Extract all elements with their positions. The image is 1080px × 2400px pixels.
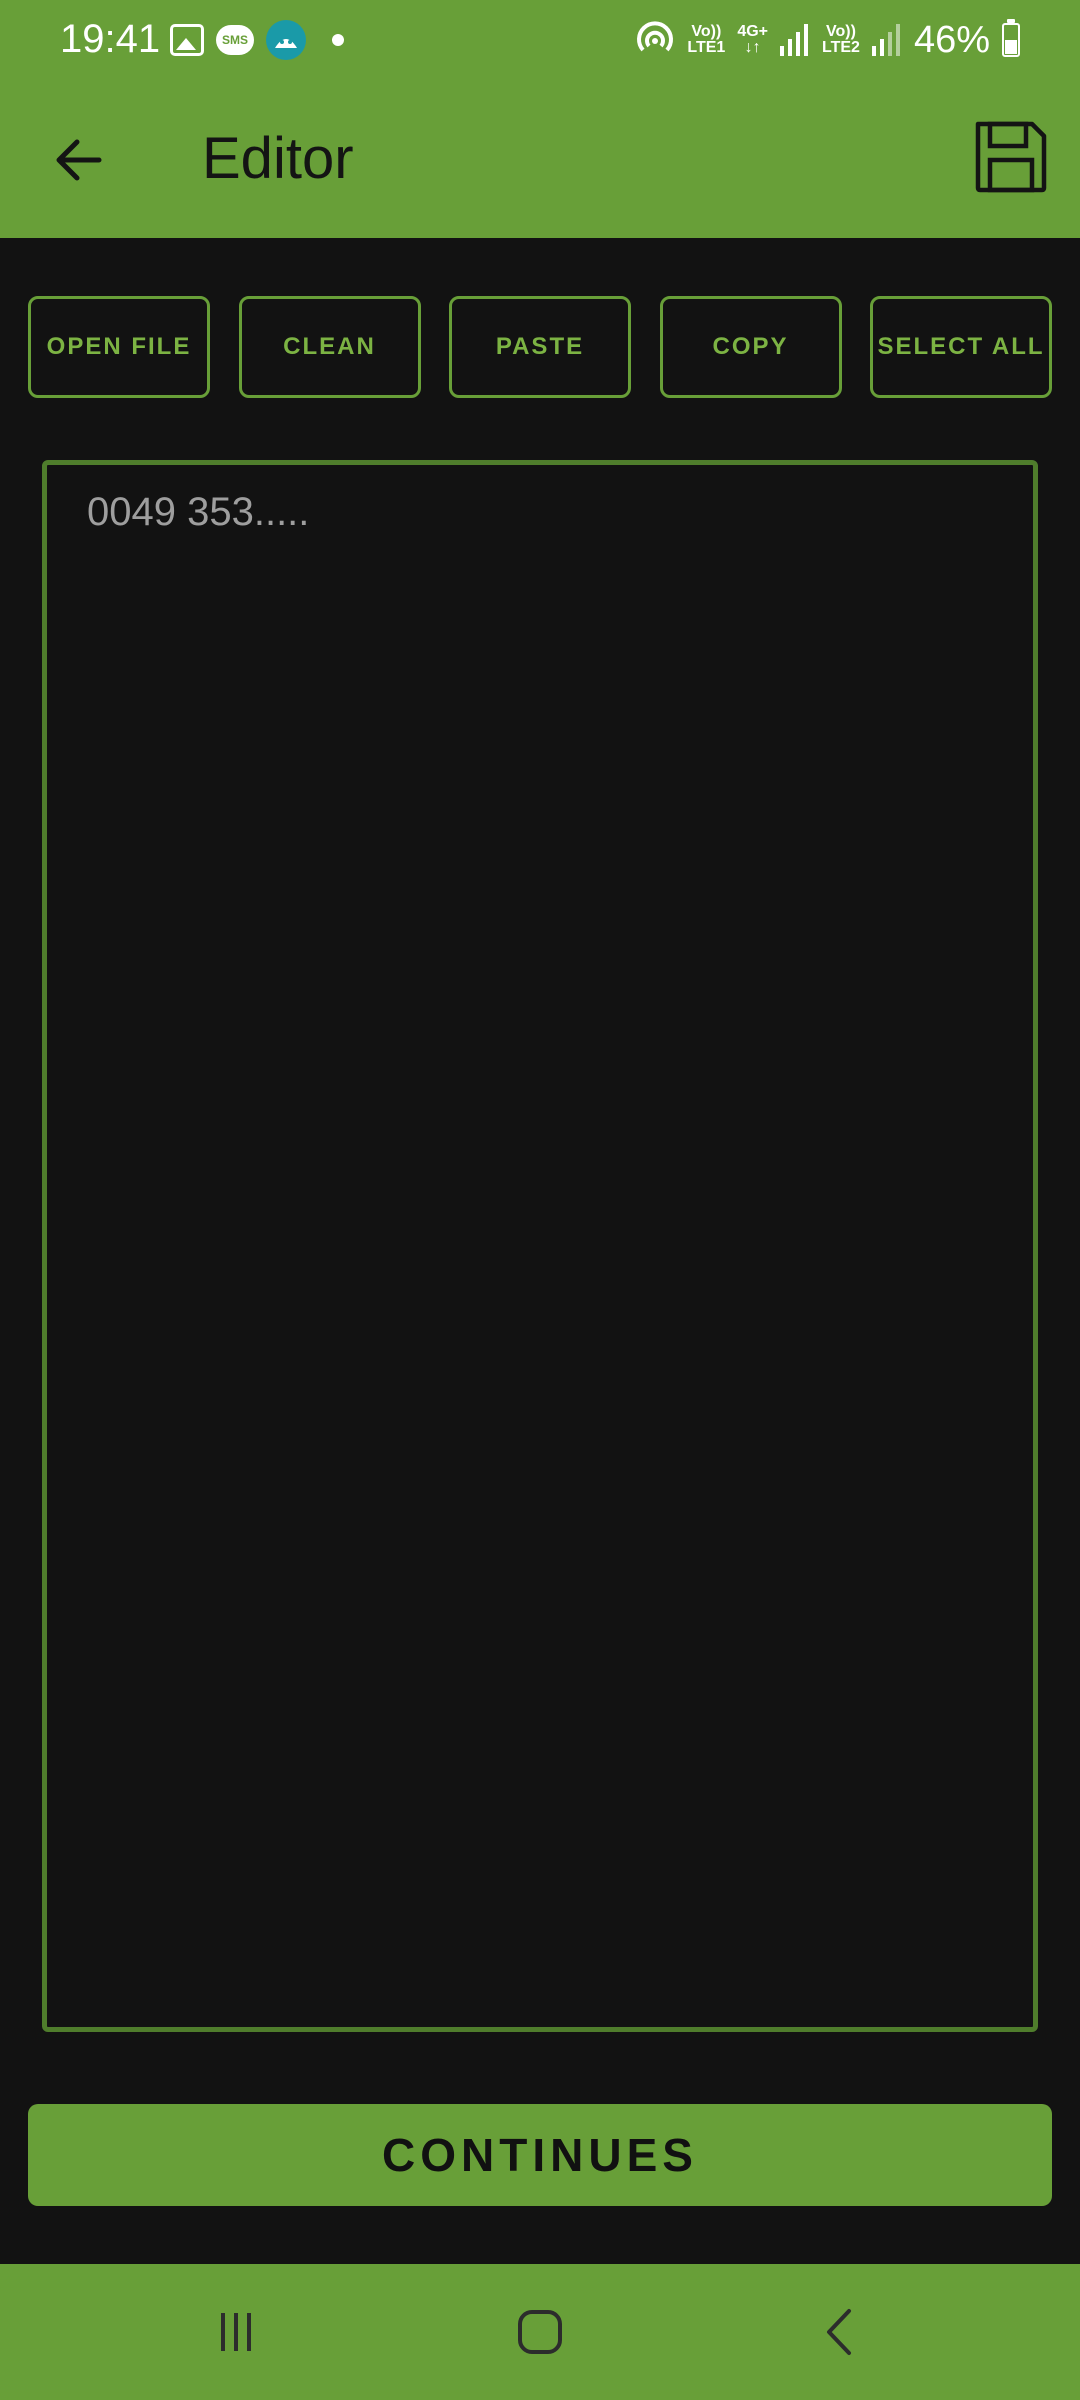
back-icon	[827, 2309, 851, 2355]
sms-icon: SMS	[216, 25, 254, 55]
floppy-disk-icon	[975, 121, 1047, 193]
battery-percent: 46%	[913, 19, 990, 61]
network-top: 4G+	[737, 23, 768, 40]
home-button[interactable]	[500, 2294, 580, 2370]
editor-toolbar: OPEN FILE CLEAN PASTE COPY SELECT ALL	[28, 296, 1052, 398]
hotspot-icon	[637, 21, 674, 52]
back-button[interactable]	[44, 125, 114, 195]
notification-icons: SMS	[170, 20, 344, 60]
continue-button[interactable]: CONTINUES	[28, 2104, 1052, 2206]
sim2-indicator: Vo)) LTE2	[822, 24, 860, 56]
paste-button[interactable]: PASTE	[449, 296, 631, 398]
network-indicator: 4G+ ↓↑	[737, 24, 768, 56]
sim1-bottom: LTE1	[687, 39, 726, 56]
signal-icon	[871, 24, 900, 56]
editor-textarea[interactable]: 0049 353.....	[42, 460, 1038, 2032]
clean-button[interactable]: CLEAN	[238, 296, 421, 398]
status-time: 19:41	[60, 17, 161, 61]
status-bar: 19:41 SMS Vo)) LTE1 4G+ ↓↑ Vo)) LTE2 46%	[0, 0, 1080, 80]
sim2-bottom: LTE2	[822, 39, 860, 56]
recent-apps-icon	[221, 2313, 251, 2351]
app-bar: Editor	[0, 80, 1080, 238]
signal-icon	[780, 24, 808, 56]
battery-icon	[1002, 19, 1020, 57]
navigation-bar	[0, 2264, 1080, 2400]
sim1-indicator: Vo)) LTE1	[687, 24, 725, 56]
network-bottom: ↓↑	[744, 39, 761, 56]
sim2-top: Vo))	[826, 23, 856, 40]
nav-back-button[interactable]	[800, 2294, 880, 2370]
open-file-button[interactable]: OPEN FILE	[28, 296, 210, 398]
system-icons: Vo)) LTE1 4G+ ↓↑ Vo)) LTE2 46%	[635, 16, 1020, 64]
dot-icon	[332, 34, 344, 46]
battery-fill	[1005, 40, 1017, 54]
copy-button[interactable]: COPY	[659, 296, 842, 398]
select-all-button[interactable]: SELECT ALL	[870, 296, 1052, 398]
image-icon	[170, 24, 204, 56]
editor-placeholder: 0049 353.....	[87, 490, 310, 534]
save-button[interactable]	[972, 118, 1050, 196]
sim1-top: Vo))	[691, 23, 722, 40]
arrow-left-icon	[56, 139, 102, 181]
home-icon	[518, 2310, 562, 2354]
page-title: Editor	[202, 126, 354, 191]
recent-apps-button[interactable]	[196, 2294, 276, 2370]
android-icon	[266, 20, 306, 60]
